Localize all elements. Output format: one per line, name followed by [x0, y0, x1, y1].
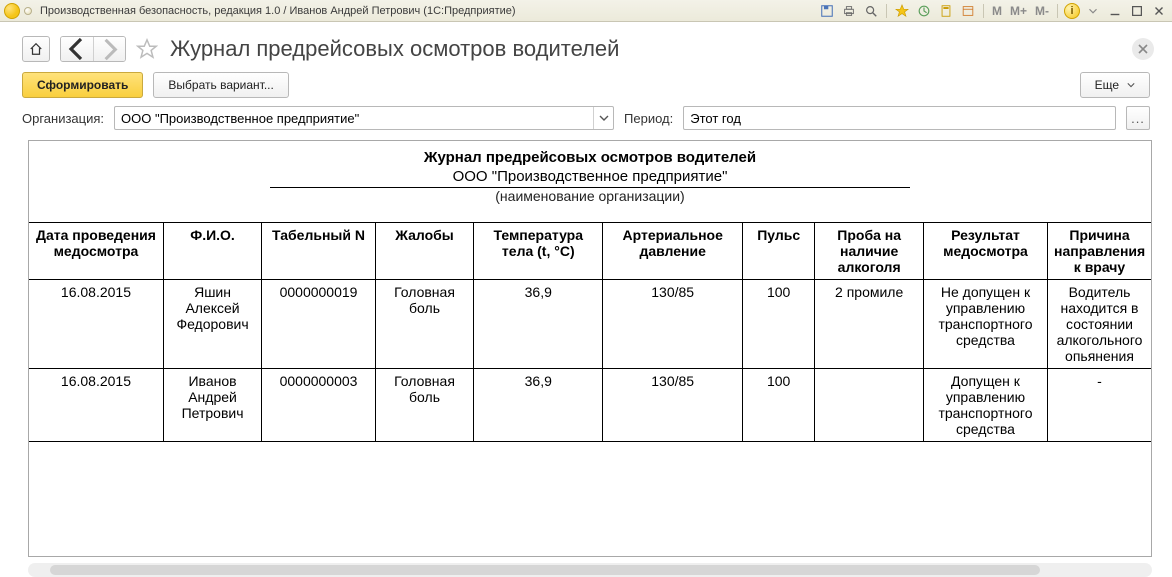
page-title: Журнал предрейсовых осмотров водителей [170, 36, 619, 62]
col-bp: Артериальное давление [603, 223, 743, 280]
period-combo[interactable] [683, 106, 1116, 130]
col-result: Результат медосмотра [923, 223, 1047, 280]
cell-tabn: 0000000019 [262, 280, 376, 369]
col-complaints: Жалобы [375, 223, 473, 280]
nav-group [60, 36, 126, 62]
nav-back-button[interactable] [61, 37, 93, 61]
col-fio: Ф.И.О. [163, 223, 261, 280]
cell-date: 16.08.2015 [29, 369, 163, 442]
search-icon[interactable] [862, 2, 880, 20]
report-document: Журнал предрейсовых осмотров водителей О… [28, 140, 1152, 557]
info-icon[interactable]: i [1064, 3, 1080, 19]
cell-tabn: 0000000003 [262, 369, 376, 442]
cell-date: 16.08.2015 [29, 280, 163, 369]
cell-reason: Водитель находится в состоянии алкогольн… [1048, 280, 1151, 369]
horizontal-scrollbar[interactable] [28, 563, 1152, 577]
org-combo[interactable] [114, 106, 614, 130]
favorite-page-icon[interactable] [136, 38, 158, 60]
org-label: Организация: [22, 111, 104, 126]
dropdown-caret-icon[interactable] [1084, 2, 1102, 20]
print-icon[interactable] [840, 2, 858, 20]
app-logo-icon [4, 3, 20, 19]
col-date: Дата проведения медосмотра [29, 223, 163, 280]
cell-temp: 36,9 [474, 369, 603, 442]
cell-fio: Иванов Андрей Петрович [163, 369, 261, 442]
cell-alc: 2 промиле [815, 280, 924, 369]
report-org-hint: (наименование организации) [29, 188, 1151, 204]
col-temp: Температура тела (t, °C) [474, 223, 603, 280]
cell-temp: 36,9 [474, 280, 603, 369]
table-row[interactable]: 16.08.2015 Яшин Алексей Федорович 000000… [29, 280, 1151, 369]
more-button-label: Еще [1095, 78, 1119, 92]
period-input[interactable] [684, 107, 1115, 129]
favorite-star-icon[interactable] [893, 2, 911, 20]
mem-m[interactable]: M [990, 4, 1004, 18]
ellipsis-icon: ... [1131, 111, 1145, 126]
action-bar: Сформировать Выбрать вариант... Еще [0, 72, 1172, 106]
col-alcohol: Проба на наличие алкоголя [815, 223, 924, 280]
generate-button-label: Сформировать [37, 78, 128, 92]
mem-mplus[interactable]: M+ [1008, 4, 1029, 18]
org-combo-caret-icon[interactable] [593, 107, 613, 129]
report-area: Журнал предрейсовых осмотров водителей О… [28, 140, 1152, 557]
col-pulse: Пульс [742, 223, 814, 280]
report-org: ООО "Производственное предприятие" [29, 168, 1151, 185]
cell-result: Не допущен к управлению транспортного ср… [923, 280, 1047, 369]
mem-mminus[interactable]: M- [1033, 4, 1051, 18]
cell-alc [815, 369, 924, 442]
calculator-icon[interactable] [937, 2, 955, 20]
nav-forward-button[interactable] [93, 37, 125, 61]
filters-row: Организация: Период: ... [0, 106, 1172, 140]
period-label: Период: [624, 111, 673, 126]
titlebar-bullet-icon [24, 7, 32, 15]
maximize-icon[interactable] [1128, 2, 1146, 20]
page-header: Журнал предрейсовых осмотров водителей [0, 22, 1172, 72]
generate-button[interactable]: Сформировать [22, 72, 143, 98]
report-title: Журнал предрейсовых осмотров водителей [29, 147, 1151, 166]
close-page-button[interactable] [1132, 38, 1154, 60]
cell-bp: 130/85 [603, 280, 743, 369]
journal-table: Дата проведения медосмотра Ф.И.О. Табель… [29, 222, 1151, 442]
scrollbar-thumb[interactable] [50, 565, 1039, 575]
table-row[interactable]: 16.08.2015 Иванов Андрей Петрович 000000… [29, 369, 1151, 442]
cell-fio: Яшин Алексей Федорович [163, 280, 261, 369]
window-titlebar: Производственная безопасность, редакция … [0, 0, 1172, 22]
window-title: Производственная безопасность, редакция … [40, 5, 516, 17]
home-button[interactable] [22, 36, 50, 62]
close-window-icon[interactable] [1150, 2, 1168, 20]
calendar-icon[interactable] [959, 2, 977, 20]
cell-bp: 130/85 [603, 369, 743, 442]
history-icon[interactable] [915, 2, 933, 20]
cell-pulse: 100 [742, 369, 814, 442]
save-icon[interactable] [818, 2, 836, 20]
col-reason: Причина направления к врачу [1048, 223, 1151, 280]
more-button[interactable]: Еще [1080, 72, 1150, 98]
cell-compl: Головная боль [375, 280, 473, 369]
cell-reason: - [1048, 369, 1151, 442]
col-tabn: Табельный N [262, 223, 376, 280]
choose-variant-label: Выбрать вариант... [168, 78, 273, 92]
cell-compl: Головная боль [375, 369, 473, 442]
minimize-icon[interactable] [1106, 2, 1124, 20]
cell-pulse: 100 [742, 280, 814, 369]
choose-variant-button[interactable]: Выбрать вариант... [153, 72, 288, 98]
org-input[interactable] [115, 107, 593, 129]
table-header-row: Дата проведения медосмотра Ф.И.О. Табель… [29, 223, 1151, 280]
period-picker-button[interactable]: ... [1126, 106, 1150, 130]
chevron-down-icon [1127, 81, 1135, 89]
cell-result: Допущен к управлению транспортного средс… [923, 369, 1047, 442]
